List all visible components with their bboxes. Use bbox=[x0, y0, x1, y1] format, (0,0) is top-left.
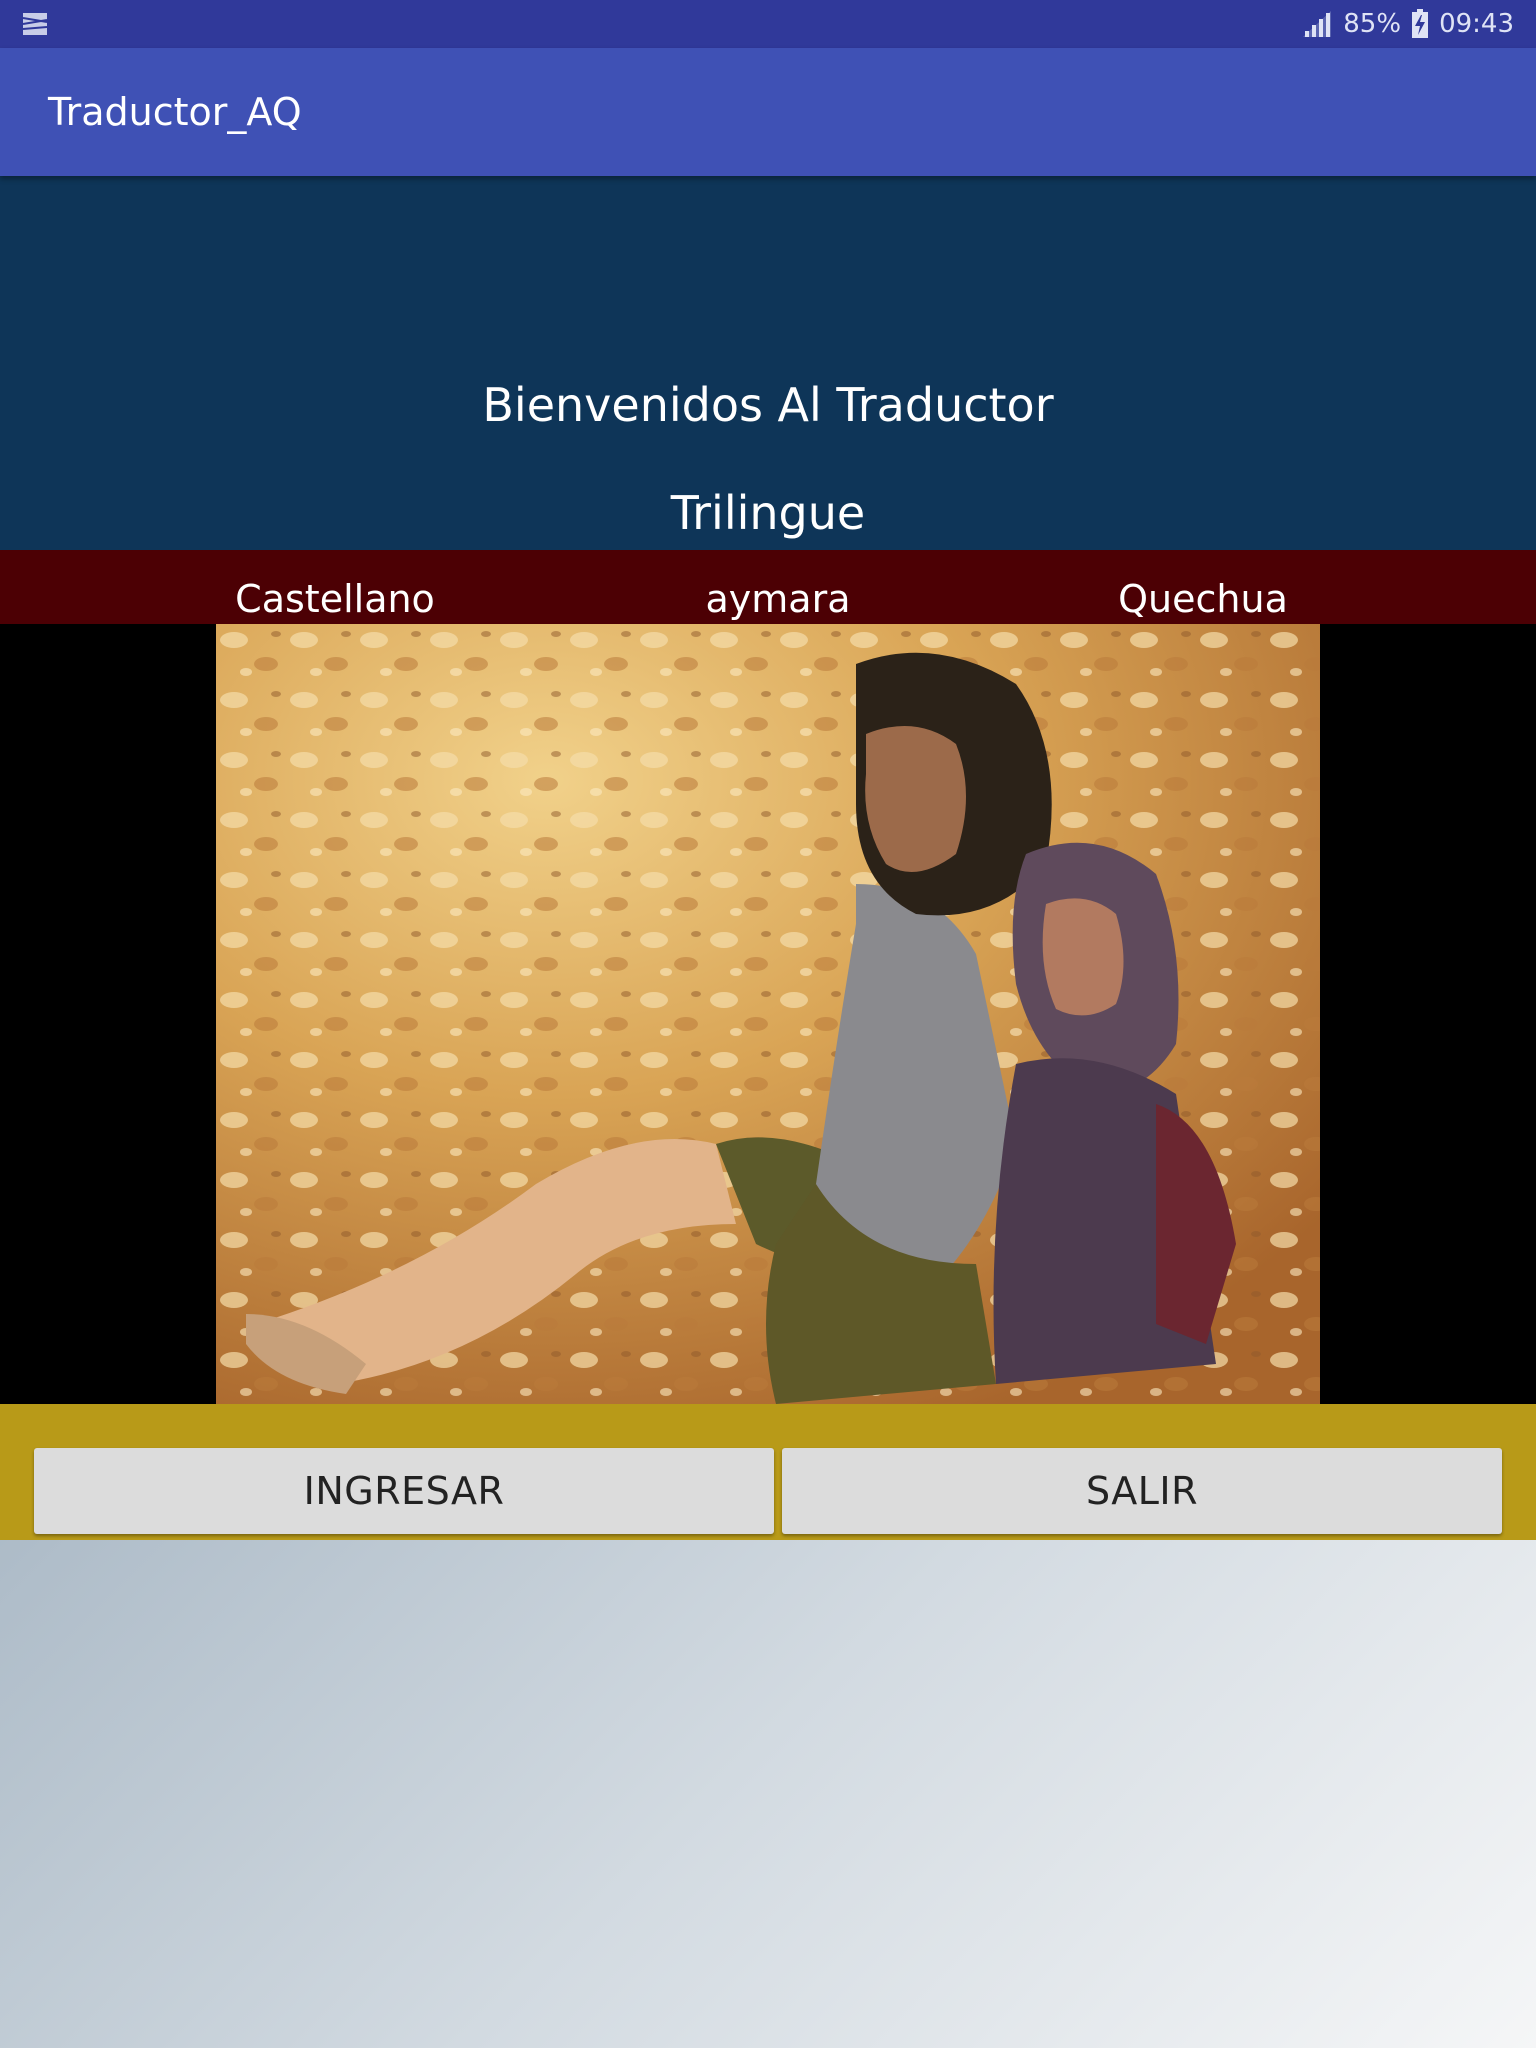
app-title: Traductor_AQ bbox=[48, 90, 302, 134]
status-bar: 85% 09:43 bbox=[0, 0, 1536, 48]
cellular-signal-icon bbox=[1303, 11, 1332, 37]
welcome-subheading: Trilingue bbox=[670, 486, 866, 540]
battery-percent: 85% bbox=[1343, 9, 1402, 39]
app-screen: 85% 09:43 Traductor_AQ Bienvenidos Al Tr… bbox=[0, 0, 1536, 2048]
battery-charging-icon bbox=[1412, 9, 1429, 38]
language-label-quechua: Quechua bbox=[1118, 577, 1288, 621]
mother-and-child-photo bbox=[216, 624, 1320, 1404]
language-strip: Castellano aymara Quechua bbox=[0, 550, 1536, 624]
salir-button[interactable]: SALIR bbox=[782, 1448, 1502, 1534]
gallery-notification-icon bbox=[22, 13, 48, 35]
language-label-castellano: Castellano bbox=[235, 577, 435, 621]
button-bar: INGRESAR SALIR bbox=[0, 1404, 1536, 1540]
ingresar-button[interactable]: INGRESAR bbox=[34, 1448, 774, 1534]
status-time: 09:43 bbox=[1439, 9, 1514, 39]
app-bar: Traductor_AQ bbox=[0, 48, 1536, 176]
welcome-panel: Bienvenidos Al Traductor Trilingue bbox=[0, 176, 1536, 550]
photo-frame bbox=[0, 624, 1536, 1404]
language-label-aymara: aymara bbox=[705, 577, 851, 621]
welcome-heading: Bienvenidos Al Traductor bbox=[482, 378, 1054, 432]
